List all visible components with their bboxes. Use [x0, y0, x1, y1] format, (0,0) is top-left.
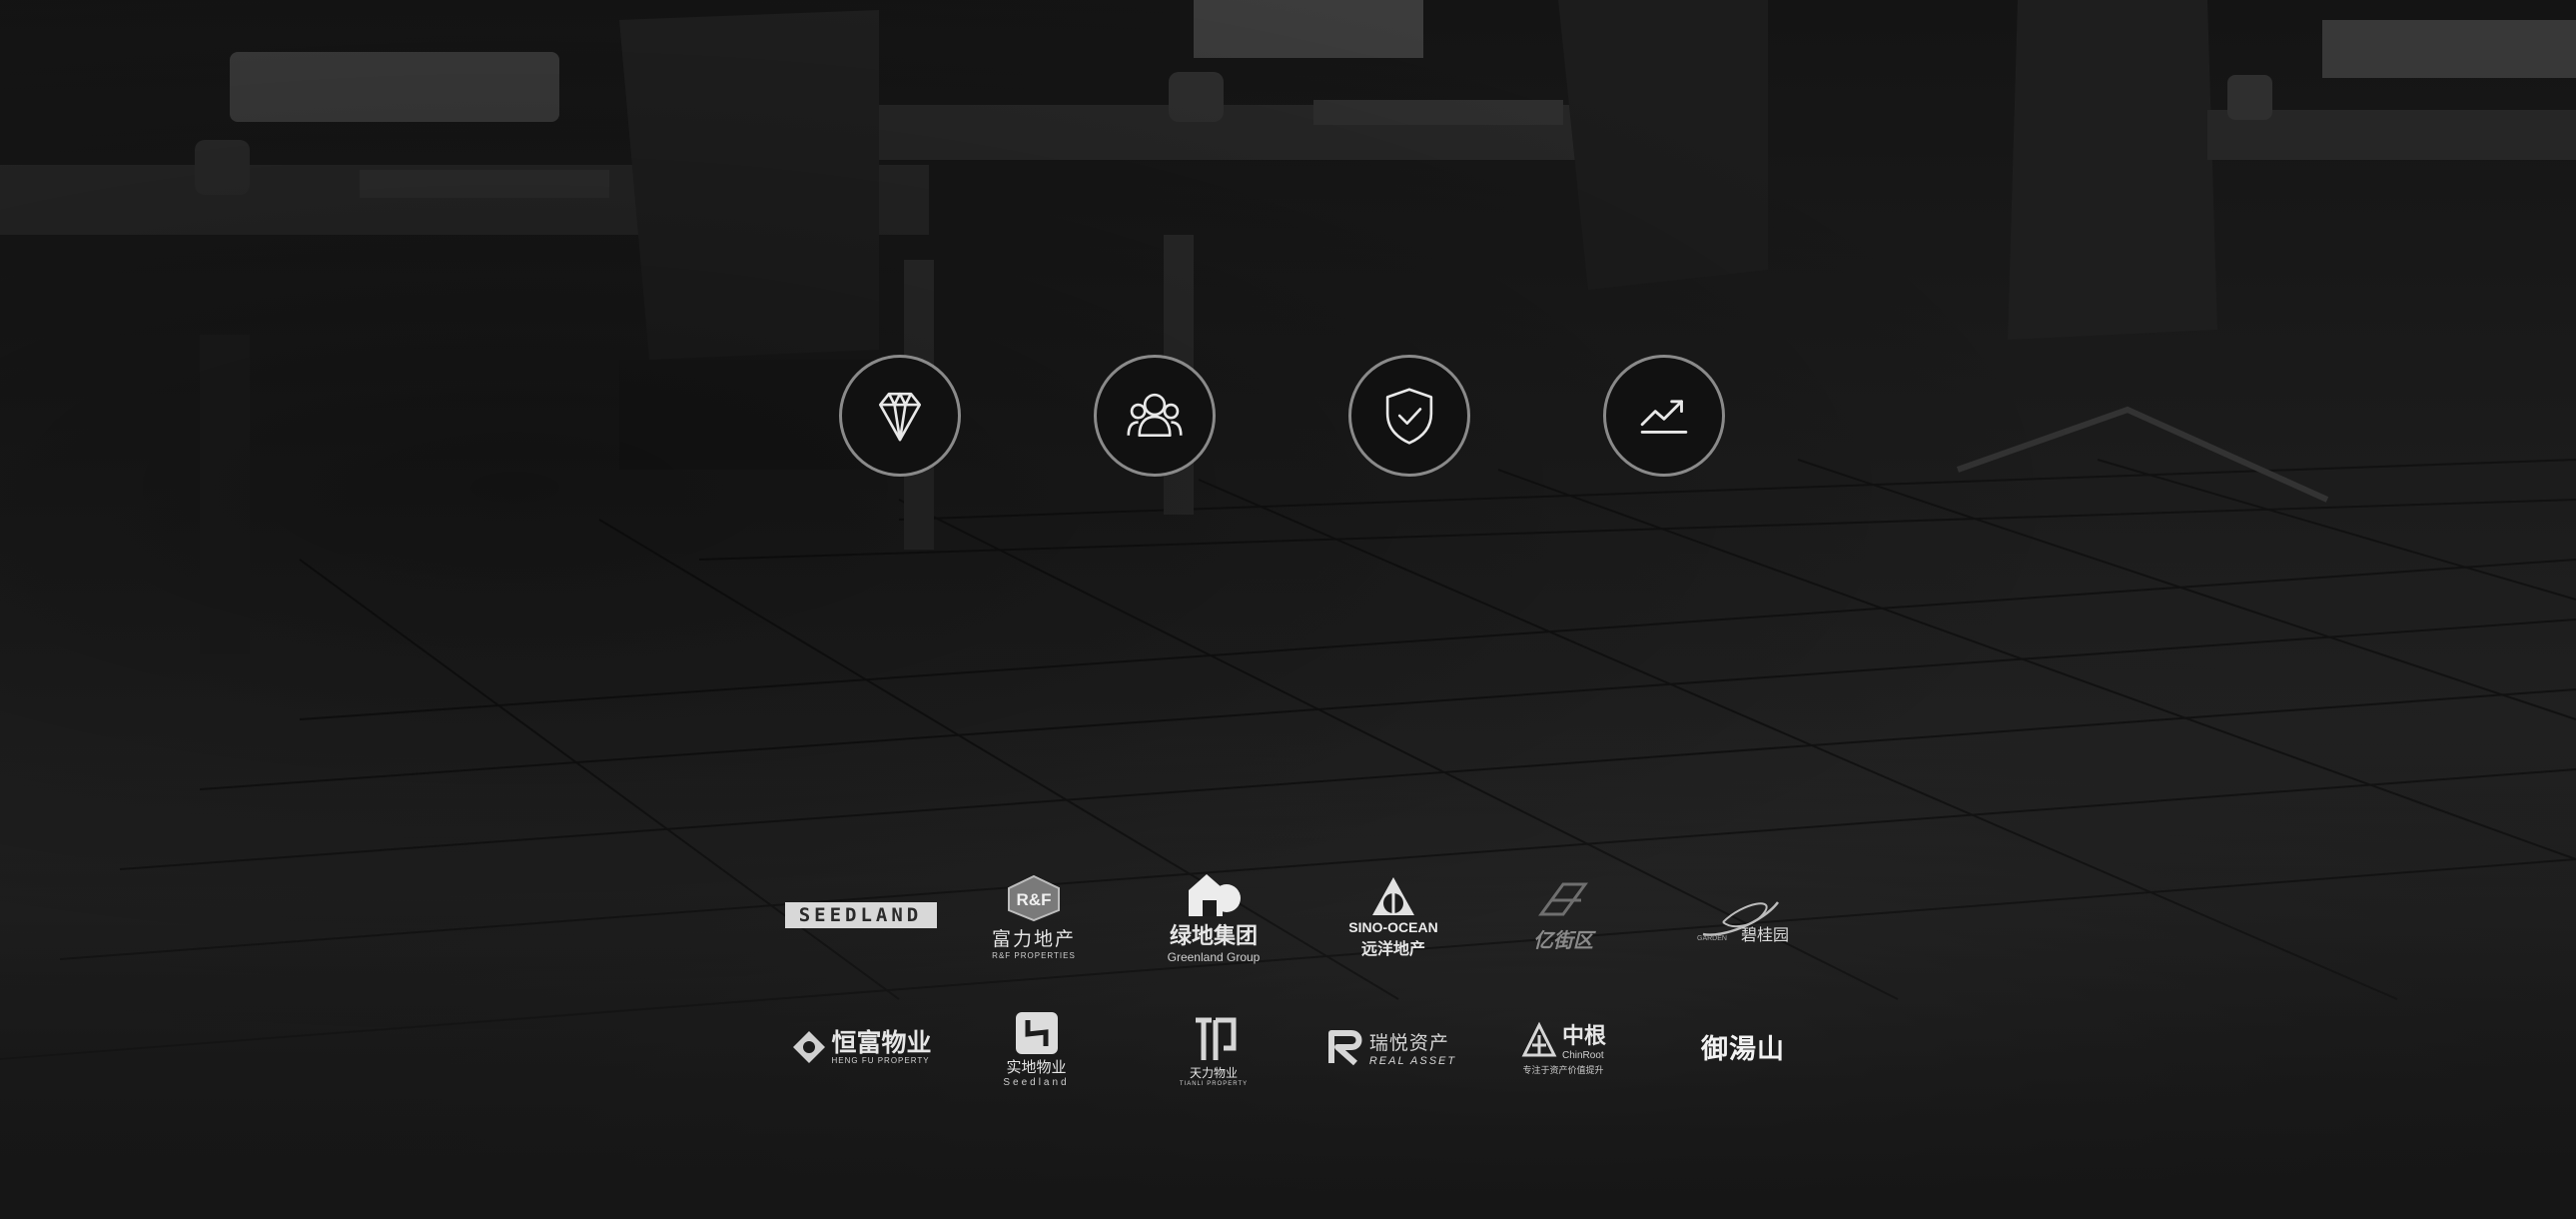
partner-logo-seedland[interactable]: SEEDLAND	[783, 892, 938, 937]
diamond-icon[interactable]	[839, 355, 961, 477]
country-garden-swirl-icon: GARDEN 碧桂园	[1697, 900, 1789, 942]
seedland-s-icon	[1015, 1012, 1058, 1054]
chinroot-emblem-icon	[1521, 1021, 1557, 1056]
feature-icon-row	[0, 355, 2576, 477]
rf-hexagon-icon: R&F	[1008, 874, 1060, 921]
partner-logo-seedland-property[interactable]: 实地物业 Seedland	[989, 1004, 1084, 1094]
yijiequ-emblem-icon	[1538, 882, 1588, 916]
hengfu-diamond-icon	[793, 1031, 826, 1063]
hero-section: SEEDLAND R&F 富力地产 R&F PROPERTIES 绿地集团 Gr…	[0, 0, 2576, 1219]
partner-logo-greenland[interactable]: 绿地集团 Greenland Group	[1159, 869, 1269, 964]
trend-up-icon[interactable]	[1603, 355, 1725, 477]
real-asset-r-icon	[1327, 1030, 1362, 1066]
partner-logo-real-asset[interactable]: 瑞悦资产 REAL ASSET	[1318, 1019, 1463, 1075]
partner-logo-rf-properties[interactable]: R&F 富力地产 R&F PROPERTIES	[984, 869, 1084, 964]
svg-text:R&F: R&F	[1017, 890, 1052, 909]
svg-text:GARDEN: GARDEN	[1697, 935, 1727, 942]
shield-check-icon[interactable]	[1348, 355, 1470, 477]
partner-logo-sino-ocean[interactable]: SINO-OCEAN 远洋地产	[1338, 869, 1448, 964]
partner-logo-country-garden[interactable]: GARDEN 碧桂园	[1688, 869, 1798, 964]
svg-text:碧桂园: 碧桂园	[1741, 925, 1789, 942]
greenland-house-icon	[1189, 873, 1241, 916]
partner-logo-yijiequ[interactable]: 亿街区	[1518, 869, 1608, 964]
partner-logo-chinroot[interactable]: 中根 ChinRoot 专注于资产价值提升	[1513, 1014, 1613, 1080]
partner-logo-tianli[interactable]: 天力物业 TIANLI PROPERTY	[1169, 1004, 1259, 1094]
partner-logo-yutangshan[interactable]: 御湯山	[1688, 1024, 1798, 1069]
sino-ocean-emblem-icon	[1372, 876, 1414, 915]
people-group-icon[interactable]	[1094, 355, 1216, 477]
office-background-image	[0, 0, 2576, 1219]
tianli-emblem-icon	[1196, 1017, 1237, 1060]
partner-logo-hengfu[interactable]: 恒富物业 HENG FU PROPERTY	[784, 1019, 939, 1075]
